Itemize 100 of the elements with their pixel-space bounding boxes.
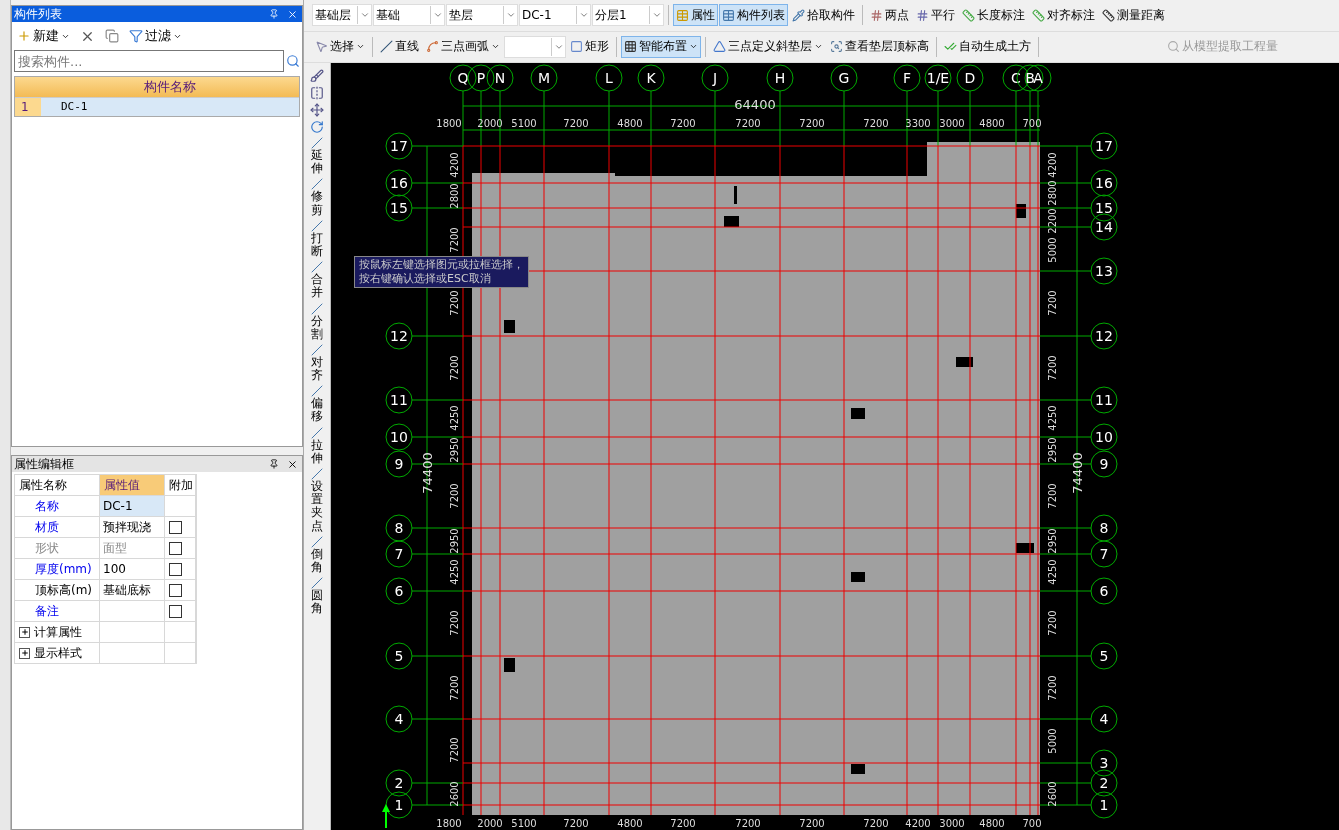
caret-icon [430, 6, 444, 25]
dropdown[interactable]: DC-1 [519, 4, 591, 27]
axis-bubble: K [637, 64, 665, 92]
axis-bubble: D [956, 64, 984, 92]
axis-bubble: 7 [1090, 540, 1118, 568]
magnifier-icon [1167, 40, 1180, 54]
triangle-icon [713, 40, 726, 54]
tool-button[interactable]: 修剪 [311, 178, 323, 217]
tool-icon [311, 426, 323, 439]
tool-icon [311, 261, 323, 274]
dimension-text: 7200 [1047, 483, 1058, 509]
toolbar-button[interactable]: 新建 [16, 26, 71, 46]
tool-button[interactable]: 对齐 [311, 343, 323, 383]
dimension-text: 2000 [477, 118, 503, 129]
toolbar-button[interactable]: 矩形 [567, 35, 612, 58]
toolbar-button[interactable]: 过滤 [128, 26, 183, 46]
toolbar-button[interactable] [104, 28, 120, 44]
tool-button[interactable] [310, 69, 324, 83]
toolbar-button[interactable]: 拾取构件 [789, 4, 858, 27]
axis-bubble: 9 [385, 450, 413, 478]
axis-bubble: 13 [1090, 257, 1118, 285]
checkbox[interactable] [169, 604, 182, 618]
dimension-text: 7200 [863, 818, 889, 829]
tool-icon [311, 577, 323, 590]
axis-bubble: 14 [1090, 213, 1118, 241]
caret-icon [503, 6, 517, 25]
property-value[interactable]: 预拌现浇 [100, 517, 164, 537]
table-cell[interactable]: DC-1 [41, 97, 299, 116]
axis-bubble: 16 [385, 169, 413, 197]
dimension-text: 7200 [799, 818, 825, 829]
dimension-text: 4250 [1047, 559, 1058, 585]
tool-button[interactable] [310, 120, 324, 134]
ruler-icon [962, 8, 975, 22]
checkbox[interactable] [169, 583, 182, 597]
tooltip-text: 按右键确认选择或ESC取消 [359, 272, 492, 286]
property-value[interactable]: 100 [100, 559, 164, 579]
dimension-text: 7200 [449, 355, 460, 381]
search-icon [286, 54, 300, 68]
axis-bubble: 4 [1090, 705, 1118, 733]
dimension-text: 64400 [734, 97, 776, 112]
tool-button[interactable] [310, 103, 324, 117]
axis-bubble: N [486, 64, 514, 92]
tool-button[interactable]: 拉伸 [311, 426, 323, 465]
column-header: 属性名称 [15, 475, 99, 495]
dropdown[interactable]: 垫层 [446, 4, 518, 27]
dimension-text: 7200 [1047, 355, 1058, 381]
tool-button[interactable]: 设置夹点 [311, 468, 323, 533]
toolbar-button[interactable]: 直线 [377, 35, 422, 58]
dropdown[interactable]: 分层1 [592, 4, 664, 27]
axis-bubble: P [467, 64, 495, 92]
toolbar-button[interactable]: 自动生成土方 [941, 35, 1034, 58]
tool-button[interactable]: 倒角 [311, 535, 323, 575]
property-value[interactable]: DC-1 [100, 496, 164, 516]
drawing-canvas[interactable] [331, 63, 1339, 830]
tool-button[interactable]: 分割 [311, 302, 323, 341]
dimension-text: 2950 [449, 528, 460, 554]
toolbar-button[interactable]: 三点定义斜垫层 [710, 35, 826, 58]
checkbox[interactable] [169, 562, 182, 576]
property-name: 形状 [15, 538, 99, 558]
toolbar-button[interactable]: 平行 [913, 4, 958, 27]
search-field[interactable]: 搜索构件... [14, 50, 284, 72]
tool-button[interactable]: 打断 [311, 219, 323, 259]
toolbar-button[interactable]: 长度标注 [959, 4, 1028, 27]
dropdown[interactable]: 基础层 [312, 4, 372, 27]
dimension-text: 1800 [436, 818, 462, 829]
tool-icon [311, 178, 323, 191]
dimension-text: 4800 [979, 118, 1005, 129]
toolbar-button[interactable]: 三点画弧 [423, 35, 503, 58]
tool-button[interactable]: 合并 [311, 261, 323, 300]
dimension-text: 5100 [511, 118, 537, 129]
axis-bubble: 12 [1090, 322, 1118, 350]
checkbox[interactable] [169, 520, 182, 534]
property-name: 备注 [15, 601, 99, 621]
tool-button[interactable]: 圆角 [311, 577, 323, 616]
tool-button[interactable]: 偏移 [311, 385, 323, 424]
expand-icon[interactable] [19, 626, 30, 638]
dimension-text: 4800 [979, 818, 1005, 829]
dimension-text: 2950 [1047, 528, 1058, 554]
axis-bubble: 1/E [924, 64, 952, 92]
dimension-text: 7200 [735, 118, 761, 129]
dimension-text: 7200 [735, 818, 761, 829]
expand-icon[interactable] [19, 647, 30, 659]
toolbar-button[interactable]: 智能布置 [621, 35, 701, 58]
tool-button[interactable]: 延伸 [311, 137, 323, 176]
toolbar-button[interactable]: 构件列表 [719, 4, 788, 27]
toolbar-button[interactable]: 对齐标注 [1029, 4, 1098, 27]
new-icon [17, 29, 31, 43]
axis-bubble: 6 [385, 577, 413, 605]
property-value[interactable]: 基础底标 [100, 580, 164, 600]
dimension-text: 7200 [1047, 610, 1058, 636]
grid-icon [624, 40, 637, 54]
toolbar-button[interactable]: 两点 [867, 4, 912, 27]
toolbar-button[interactable]: 测量距离 [1099, 4, 1168, 27]
axis-bubble: F [893, 64, 921, 92]
toolbar-button[interactable]: 查看垫层顶标高 [827, 35, 932, 58]
toolbar-button[interactable]: 选择 [312, 35, 368, 58]
magnifier-icon [830, 40, 843, 54]
tool-icon [311, 385, 323, 398]
dropdown[interactable]: 基础 [373, 4, 445, 27]
toolbar-button[interactable]: 属性 [673, 4, 718, 27]
